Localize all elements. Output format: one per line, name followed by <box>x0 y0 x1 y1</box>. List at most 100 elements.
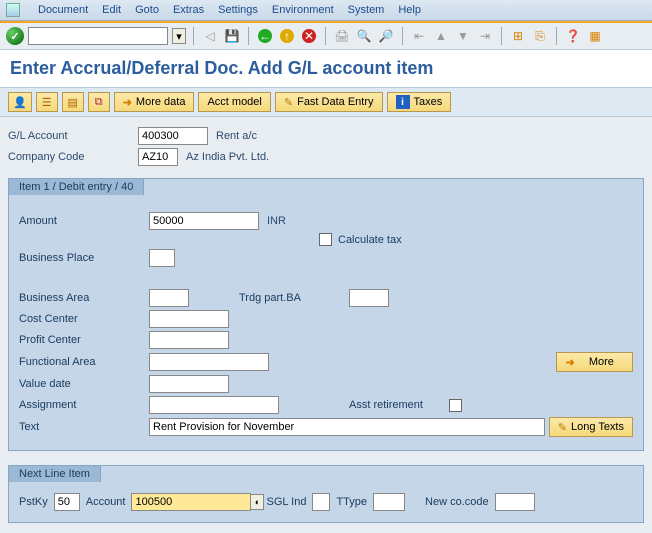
enter-icon[interactable]: ✓ <box>6 27 24 45</box>
menu-goto[interactable]: Goto <box>135 4 159 16</box>
user-icon-button[interactable]: 👤 <box>8 92 32 112</box>
copy-icon: ⧉ <box>95 96 103 109</box>
menu-environment[interactable]: Environment <box>272 4 334 16</box>
command-dropdown-icon[interactable]: ▾ <box>172 28 186 44</box>
more-data-label: More data <box>136 96 186 108</box>
trdg-part-label: Trdg part.BA <box>239 292 349 304</box>
currency-label: INR <box>267 215 286 227</box>
prev-page-icon[interactable]: ▲ <box>432 27 450 45</box>
next-line-panel: Next Line Item PstKy Account ◐ SGL Ind T… <box>8 465 644 523</box>
assignment-label: Assignment <box>19 399 149 411</box>
gl-account-input[interactable] <box>138 127 208 145</box>
asst-retirement-label: Asst retirement <box>349 399 449 411</box>
account-label: Account <box>86 496 126 508</box>
more-button[interactable]: ➜ More <box>556 352 633 372</box>
page-title: Enter Accrual/Deferral Doc. Add G/L acco… <box>10 58 642 79</box>
assignment-input[interactable] <box>149 396 279 414</box>
menu-edit[interactable]: Edit <box>102 4 121 16</box>
calculate-tax-checkbox[interactable] <box>319 233 332 246</box>
menu-document[interactable]: Document <box>38 4 88 16</box>
layout-icon[interactable]: ▦ <box>586 27 604 45</box>
gl-account-desc: Rent a/c <box>216 130 257 142</box>
copy-button[interactable]: ⧉ <box>88 92 110 112</box>
new-cocode-input[interactable] <box>495 493 535 511</box>
gl-account-label: G/L Account <box>8 130 138 142</box>
menu-extras[interactable]: Extras <box>173 4 204 16</box>
functional-area-label: Functional Area <box>19 356 149 368</box>
taxes-label: Taxes <box>414 96 443 108</box>
back-icon[interactable]: ◁ <box>201 27 219 45</box>
arrow-right-icon: ➜ <box>565 356 574 369</box>
profit-center-label: Profit Center <box>19 334 149 346</box>
shortcut-icon[interactable]: ⎘ <box>531 27 549 45</box>
taxes-button[interactable]: i Taxes <box>387 92 452 112</box>
save-icon[interactable]: 💾 <box>223 27 241 45</box>
acct-model-button[interactable]: Acct model <box>198 92 270 112</box>
business-area-label: Business Area <box>19 292 149 304</box>
title-area: Enter Accrual/Deferral Doc. Add G/L acco… <box>0 50 652 87</box>
last-page-icon[interactable]: ⇥ <box>476 27 494 45</box>
text-label: Text <box>19 421 149 433</box>
pstky-label: PstKy <box>19 496 48 508</box>
amount-label: Amount <box>19 215 149 227</box>
sgl-ind-label: SGL Ind <box>266 496 306 508</box>
company-code-input[interactable] <box>138 148 178 166</box>
command-field[interactable] <box>28 27 168 45</box>
help-icon[interactable]: ❓ <box>564 27 582 45</box>
long-texts-button[interactable]: ✎ Long Texts <box>549 417 633 437</box>
overview-button[interactable]: ☰ <box>36 92 58 112</box>
value-date-input[interactable] <box>149 375 229 393</box>
company-code-label: Company Code <box>8 151 138 163</box>
content-area: G/L Account Rent a/c Company Code Az Ind… <box>0 117 652 533</box>
pencil-icon: ✎ <box>558 421 567 434</box>
info-icon: i <box>396 95 410 109</box>
cancel-icon[interactable]: ✕ <box>300 27 318 45</box>
menu-system[interactable]: System <box>348 4 385 16</box>
tree-icon: ☰ <box>42 96 52 109</box>
amount-input[interactable] <box>149 212 259 230</box>
business-place-label: Business Place <box>19 252 149 264</box>
print-icon[interactable]: 🖨 <box>333 27 351 45</box>
header-button[interactable]: ▤ <box>62 92 84 112</box>
sgl-ind-input[interactable] <box>312 493 330 511</box>
f4-help-icon[interactable]: ◐ <box>250 494 264 510</box>
user-icon: 👤 <box>13 96 27 109</box>
company-code-desc: Az India Pvt. Ltd. <box>186 151 269 163</box>
business-area-input[interactable] <box>149 289 189 307</box>
menu-bar: Document Edit Goto Extras Settings Envir… <box>0 0 652 21</box>
long-texts-label: Long Texts <box>571 421 624 433</box>
calculate-tax-label: Calculate tax <box>338 234 402 246</box>
pstky-input[interactable] <box>54 493 80 511</box>
ttype-label: TType <box>336 496 367 508</box>
menu-settings[interactable]: Settings <box>218 4 258 16</box>
more-button-label: More <box>589 356 614 368</box>
ttype-input[interactable] <box>373 493 405 511</box>
trdg-part-input[interactable] <box>349 289 389 307</box>
more-data-button[interactable]: ➜More data <box>114 92 195 112</box>
back-green-icon[interactable]: ← <box>256 27 274 45</box>
profit-center-input[interactable] <box>149 331 229 349</box>
cost-center-input[interactable] <box>149 310 229 328</box>
first-page-icon[interactable]: ⇤ <box>410 27 428 45</box>
standard-toolbar: ✓ ▾ ◁ 💾 ← ↑ ✕ 🖨 🔍 🔎 ⇤ ▲ ▼ ⇥ ⊞ ⎘ ❓ ▦ <box>0 23 652 50</box>
pencil-icon: ✎ <box>284 96 293 109</box>
next-page-icon[interactable]: ▼ <box>454 27 472 45</box>
item-panel: Item 1 / Debit entry / 40 Amount INR Cal… <box>8 178 644 451</box>
text-input[interactable] <box>149 418 545 436</box>
account-input[interactable] <box>131 493 251 511</box>
new-cocode-label: New co.code <box>425 496 489 508</box>
find-icon[interactable]: 🔍 <box>355 27 373 45</box>
asst-retirement-checkbox[interactable] <box>449 399 462 412</box>
functional-area-input[interactable] <box>149 353 269 371</box>
find-next-icon[interactable]: 🔎 <box>377 27 395 45</box>
item-panel-title: Item 1 / Debit entry / 40 <box>8 178 144 195</box>
exit-icon[interactable]: ↑ <box>278 27 296 45</box>
next-line-title: Next Line Item <box>8 465 101 482</box>
business-place-input[interactable] <box>149 249 175 267</box>
menu-corner-icon[interactable] <box>6 3 20 17</box>
fast-entry-button[interactable]: ✎ Fast Data Entry <box>275 92 383 112</box>
fast-entry-label: Fast Data Entry <box>297 96 373 108</box>
new-session-icon[interactable]: ⊞ <box>509 27 527 45</box>
value-date-label: Value date <box>19 378 149 390</box>
menu-help[interactable]: Help <box>398 4 421 16</box>
